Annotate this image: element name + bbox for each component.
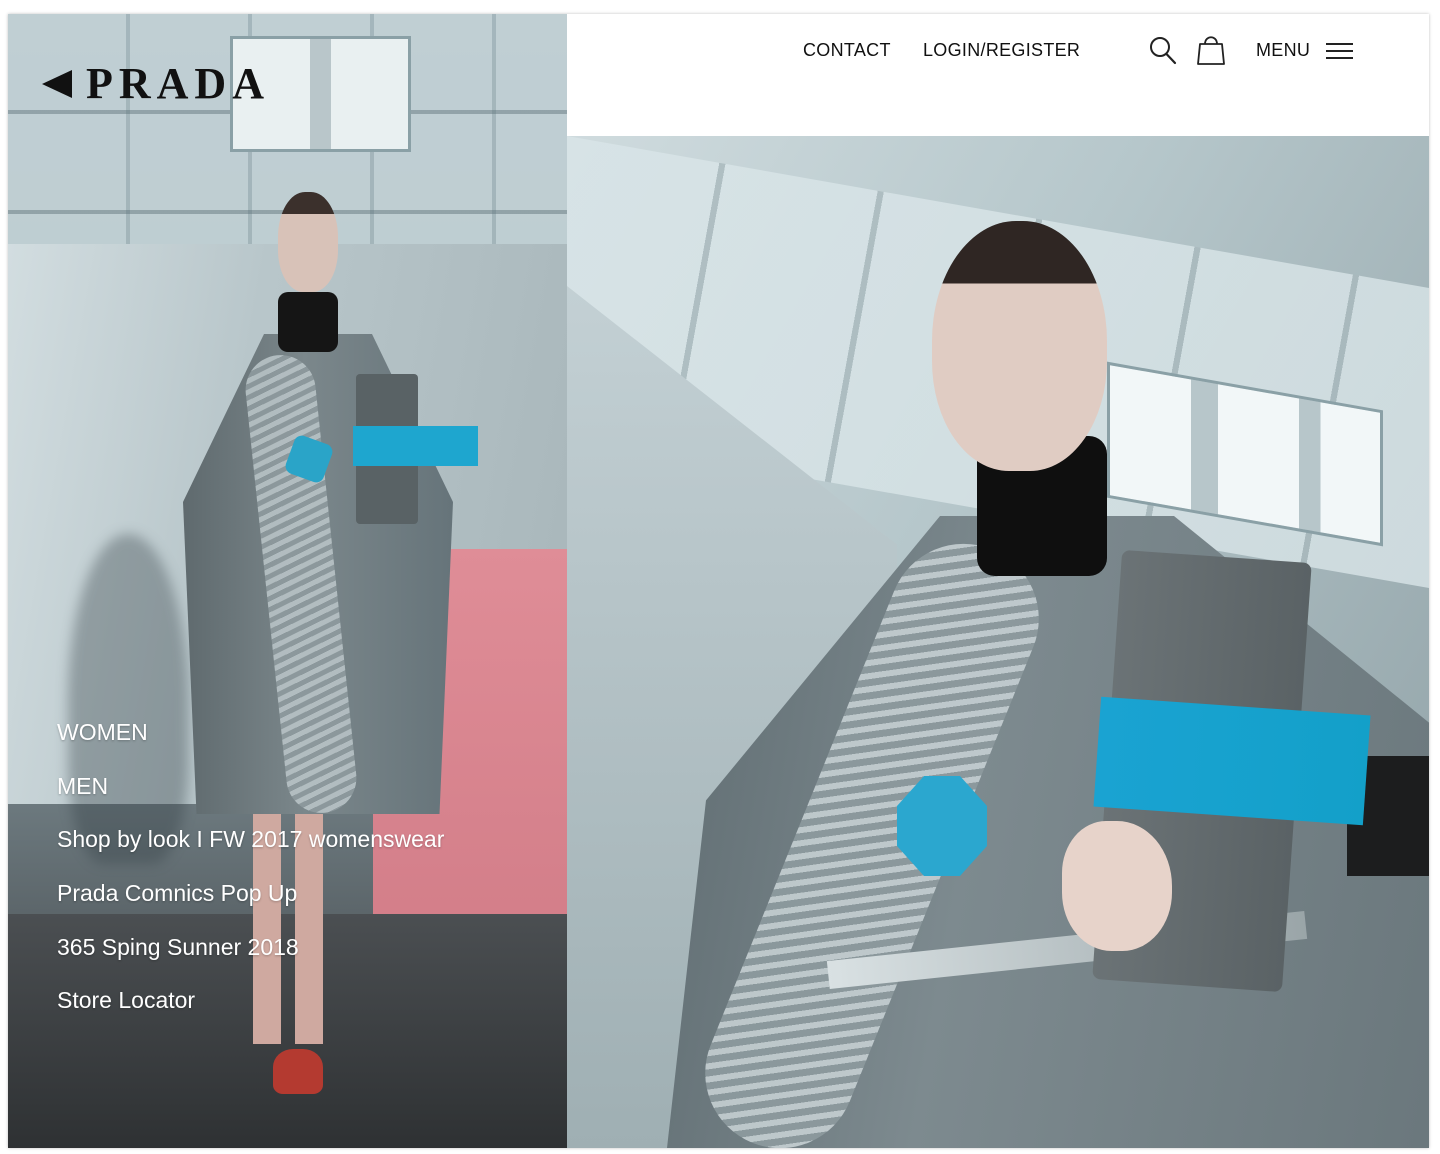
nav-item-spring-summer[interactable]: 365 Sping Sunner 2018 [57, 927, 444, 981]
logo-arrow-icon [42, 69, 72, 98]
nav-item-shop-by-look[interactable]: Shop by look I FW 2017 womenswear [57, 819, 444, 873]
hero-campaign-image[interactable] [567, 136, 1429, 1148]
nav-item-men[interactable]: MEN [57, 766, 444, 820]
logo-wordmark: PRADA [86, 59, 270, 108]
contact-link[interactable]: CONTACT [803, 40, 891, 61]
nav-item-pop-up[interactable]: Prada Comnics Pop Up [57, 873, 444, 927]
shopping-bag-icon[interactable] [1197, 32, 1225, 66]
search-icon[interactable] [1149, 36, 1177, 66]
hamburger-menu-icon[interactable] [1326, 43, 1353, 59]
browser-viewport: PRADA WOMEN MEN Shop by look I FW 2017 w… [8, 14, 1429, 1148]
hero-clutch-blue-band [1093, 696, 1371, 826]
hero-model-hand [1062, 821, 1172, 951]
model-shoe [273, 1049, 323, 1094]
menu-label[interactable]: MENU [1256, 40, 1310, 61]
top-header: CONTACT LOGIN/REGISTER MENU [567, 14, 1429, 136]
hero-blue-brooch [897, 776, 987, 876]
clutch-blue-band [353, 426, 478, 466]
turtleneck [278, 292, 338, 352]
hero-model-head [932, 221, 1107, 471]
nav-item-store-locator[interactable]: Store Locator [57, 980, 444, 1034]
login-register-link[interactable]: LOGIN/REGISTER [923, 40, 1080, 61]
model-head [278, 192, 338, 292]
prada-logo[interactable]: PRADA [42, 58, 270, 109]
side-navigation: WOMEN MEN Shop by look I FW 2017 womensw… [57, 712, 444, 1034]
left-campaign-panel: PRADA WOMEN MEN Shop by look I FW 2017 w… [8, 14, 567, 1148]
nav-item-women[interactable]: WOMEN [57, 712, 444, 766]
